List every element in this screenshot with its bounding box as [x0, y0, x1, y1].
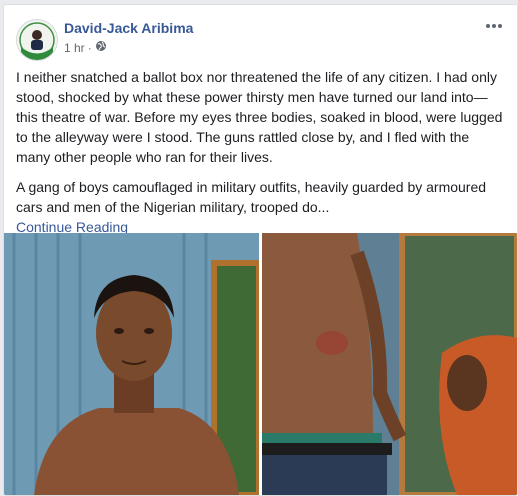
- post-meta: 1 hr ·: [64, 40, 107, 55]
- avatar-image: [17, 20, 57, 60]
- post-paragraph-1: I neither snatched a ballot box nor thre…: [16, 69, 503, 165]
- post-card: David-Jack Aribima 1 hr · I neither snat…: [3, 4, 518, 496]
- photo-torso-injury[interactable]: [262, 233, 517, 495]
- author-avatar[interactable]: [16, 19, 58, 61]
- meta-separator: ·: [87, 40, 92, 55]
- globe-icon[interactable]: [95, 40, 107, 55]
- post-paragraph-2: A gang of boys camouflaged in military o…: [16, 177, 506, 237]
- post-paragraph-2-text: A gang of boys camouflaged in military o…: [16, 179, 487, 215]
- author-name[interactable]: David-Jack Aribima: [64, 20, 193, 36]
- photo-grid: [4, 233, 517, 495]
- photo-man-portrait[interactable]: [4, 233, 259, 495]
- more-options-icon[interactable]: [483, 19, 505, 33]
- post-body: I neither snatched a ballot box nor thre…: [16, 67, 506, 247]
- post-time[interactable]: 1 hr: [64, 41, 85, 55]
